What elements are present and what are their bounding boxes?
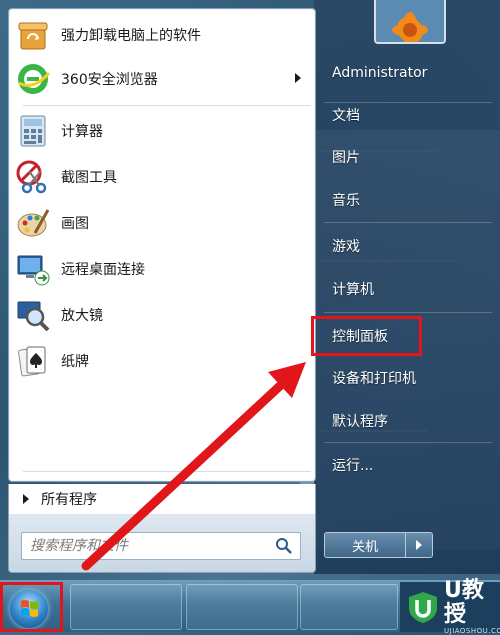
control-panel-highlight bbox=[311, 316, 422, 356]
right-item-pictures[interactable]: 图片 bbox=[322, 140, 492, 174]
flower-picture-icon bbox=[376, 0, 444, 42]
pinned-program-360-browser[interactable]: 360安全浏览器 bbox=[15, 57, 307, 101]
program-label: 纸牌 bbox=[61, 354, 89, 370]
right-item-run[interactable]: 运行... bbox=[322, 448, 492, 482]
program-label: 放大镜 bbox=[61, 308, 103, 324]
remote-desktop-icon bbox=[17, 255, 50, 286]
shutdown-button[interactable]: 关机 bbox=[324, 532, 406, 558]
program-magnifier[interactable]: 放大镜 bbox=[15, 293, 307, 337]
all-programs-label: 所有程序 bbox=[41, 492, 97, 508]
search-input[interactable] bbox=[22, 537, 274, 555]
search-box[interactable] bbox=[21, 532, 301, 560]
search-area bbox=[8, 514, 316, 573]
shutdown-options-button[interactable] bbox=[405, 532, 433, 558]
right-item-computer[interactable]: 计算机 bbox=[322, 272, 492, 306]
programs-pane: 强力卸载电脑上的软件 360安全浏览器 计算器 截图工具 画图 远程桌面连接 放… bbox=[8, 8, 316, 482]
program-snipping-tool[interactable]: 截图工具 bbox=[15, 155, 307, 199]
program-calculator[interactable]: 计算器 bbox=[15, 109, 307, 153]
program-label: 截图工具 bbox=[61, 170, 117, 186]
brand-shield-icon bbox=[409, 592, 437, 623]
uninstall-box-icon bbox=[18, 22, 48, 50]
taskbar-slot[interactable] bbox=[186, 584, 298, 630]
start-button-highlight bbox=[0, 582, 63, 632]
submenu-arrow-icon[interactable] bbox=[295, 73, 301, 83]
program-label: 360安全浏览器 bbox=[61, 72, 158, 88]
separator bbox=[324, 312, 492, 313]
magnifier-icon bbox=[17, 301, 50, 332]
separator bbox=[23, 105, 311, 106]
program-label: 远程桌面连接 bbox=[61, 262, 145, 278]
user-avatar[interactable] bbox=[374, 0, 446, 44]
separator bbox=[324, 222, 492, 223]
right-item-music[interactable]: 音乐 bbox=[322, 183, 492, 217]
program-label: 画图 bbox=[61, 216, 89, 232]
arrow-right-icon bbox=[416, 540, 422, 550]
brand-watermark: U教授 UJIAOSHOU.COM bbox=[400, 578, 500, 635]
solitaire-icon bbox=[18, 346, 46, 377]
program-label: 强力卸载电脑上的软件 bbox=[61, 28, 201, 44]
pinned-program-uninstaller[interactable]: 强力卸载电脑上的软件 bbox=[15, 13, 307, 57]
all-programs-button[interactable]: 所有程序 bbox=[8, 484, 316, 514]
brand-name: U教授 bbox=[444, 578, 484, 627]
paint-palette-icon bbox=[17, 209, 50, 237]
program-solitaire[interactable]: 纸牌 bbox=[15, 339, 307, 383]
program-paint[interactable]: 画图 bbox=[15, 201, 307, 245]
snipping-tool-icon bbox=[16, 160, 47, 194]
start-menu: 强力卸载电脑上的软件 360安全浏览器 计算器 截图工具 画图 远程桌面连接 放… bbox=[0, 0, 500, 574]
separator bbox=[23, 471, 311, 472]
right-item-default-programs[interactable]: 默认程序 bbox=[322, 404, 492, 438]
taskbar-slot[interactable] bbox=[70, 584, 182, 630]
arrow-right-icon bbox=[23, 494, 29, 504]
taskbar-slot[interactable] bbox=[300, 584, 398, 630]
calculator-icon bbox=[20, 115, 46, 147]
search-icon[interactable] bbox=[274, 536, 294, 556]
right-item-games[interactable]: 游戏 bbox=[322, 229, 492, 263]
user-name-link[interactable]: Administrator bbox=[322, 56, 492, 90]
brand-url: UJIAOSHOU.COM bbox=[444, 627, 500, 635]
right-item-devices-printers[interactable]: 设备和打印机 bbox=[322, 361, 492, 395]
browser-360-icon bbox=[18, 64, 51, 94]
program-label: 计算器 bbox=[61, 124, 103, 140]
shutdown-label: 关机 bbox=[351, 539, 378, 555]
program-remote-desktop[interactable]: 远程桌面连接 bbox=[15, 247, 307, 291]
right-item-documents[interactable]: 文档 bbox=[322, 98, 492, 132]
separator bbox=[324, 442, 492, 443]
